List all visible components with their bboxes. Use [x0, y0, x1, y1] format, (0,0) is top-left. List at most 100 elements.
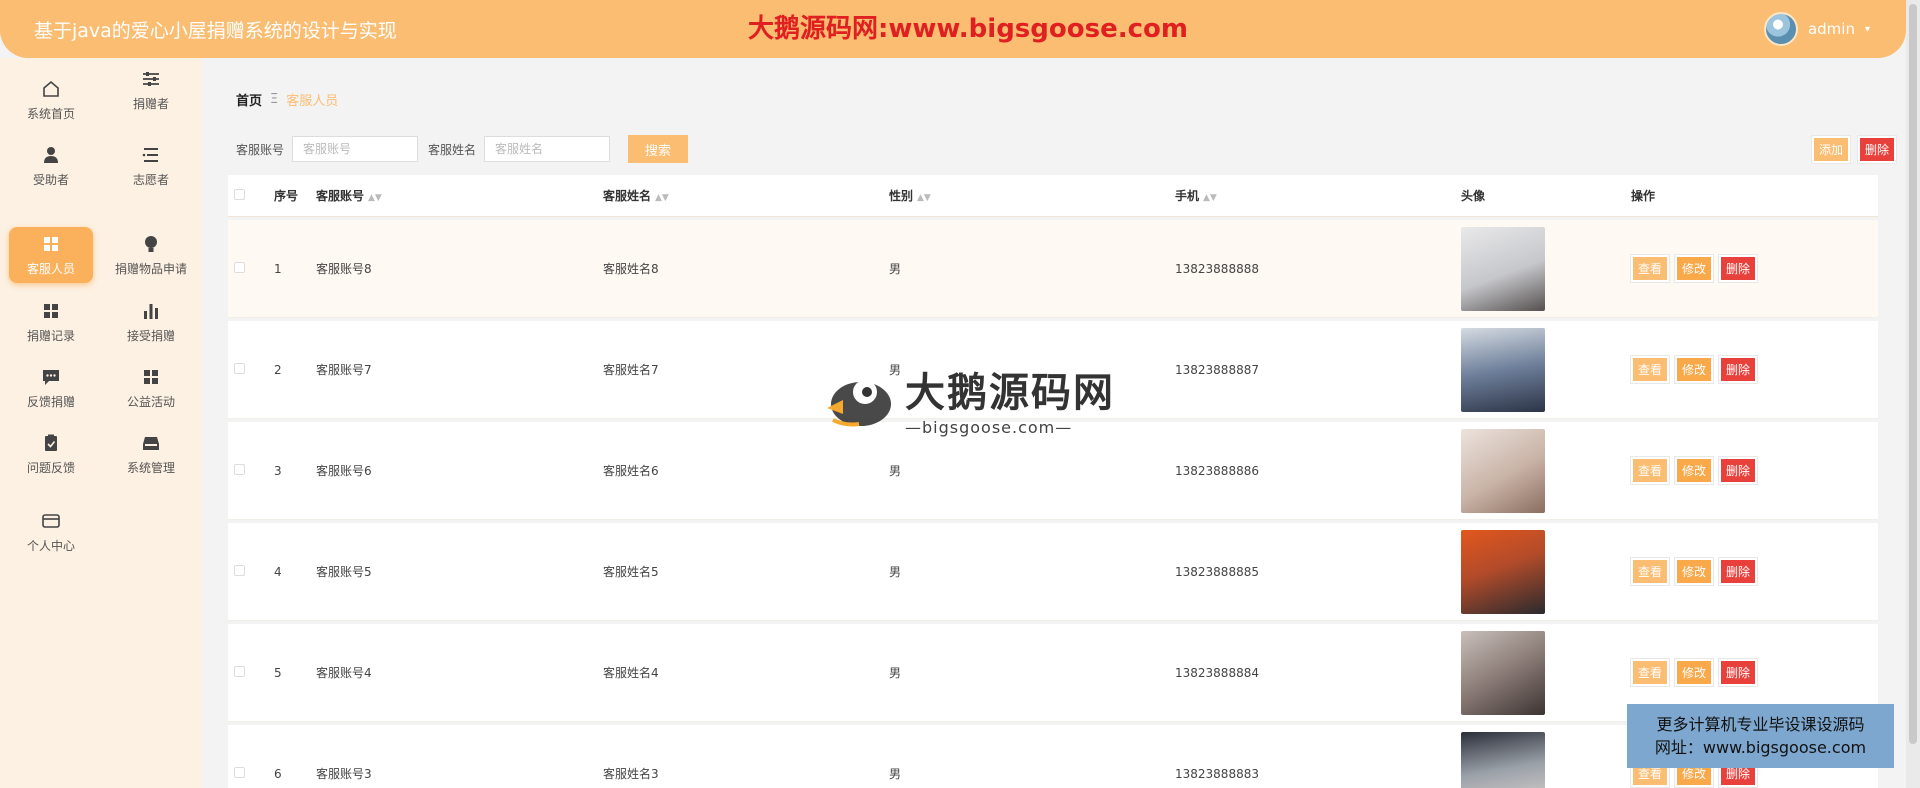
header-ops: 操作: [1631, 189, 1656, 203]
sort-icon[interactable]: ▲▼: [368, 193, 382, 203]
header-photo: 头像: [1461, 189, 1486, 203]
row-account: 客服账号7: [316, 363, 372, 377]
grid-icon: [144, 369, 158, 384]
sidebar-item-feedback-donation[interactable]: 反馈捐赠: [9, 360, 93, 416]
header-phone-label: 手机: [1175, 189, 1200, 203]
row-phone: 13823888888: [1175, 261, 1259, 276]
bulk-delete-button[interactable]: 删除: [1856, 135, 1898, 164]
delete-button[interactable]: 删除: [1718, 557, 1759, 586]
row-checkbox[interactable]: [234, 564, 245, 576]
bulb-icon: [145, 235, 157, 252]
username[interactable]: admin: [1808, 20, 1855, 38]
row-checkbox[interactable]: [234, 463, 245, 475]
sidebar-item-donors[interactable]: 捐赠者: [109, 62, 193, 118]
add-button[interactable]: 添加: [1810, 135, 1851, 164]
search-button[interactable]: 搜索: [628, 135, 689, 163]
row-checkbox[interactable]: [234, 362, 245, 374]
row-checkbox[interactable]: [234, 261, 245, 273]
header-account-label: 客服账号: [316, 189, 365, 203]
user-menu[interactable]: admin ▾: [1763, 12, 1870, 46]
sidebar-item-charity-events[interactable]: 公益活动: [109, 360, 193, 416]
row-name: 客服姓名6: [603, 464, 659, 478]
row-phone: 13823888886: [1175, 463, 1259, 478]
sidebar-item-issue-feedback[interactable]: 问题反馈: [9, 426, 93, 482]
row-sex: 男: [889, 262, 902, 276]
row-phone: 13823888883: [1175, 766, 1259, 781]
sidebar-item-home[interactable]: 系统首页: [9, 72, 93, 128]
sort-icon[interactable]: ▲▼: [655, 193, 669, 203]
sidebar-item-volunteers[interactable]: 志愿者: [109, 138, 193, 194]
name-search-input[interactable]: [484, 136, 611, 162]
grid-icon: [44, 236, 58, 251]
header-sex-label: 性别: [889, 189, 914, 203]
table-row[interactable]: 4 客服账号5 客服姓名5 男 13823888885 查看 修改 删除: [228, 523, 1878, 621]
select-all-checkbox[interactable]: [234, 188, 245, 200]
row-index: 5: [274, 665, 282, 680]
clipboard-icon: [45, 434, 57, 451]
person-icon: [44, 146, 58, 163]
promo-line-1: 更多计算机专业毕设课设源码: [1656, 715, 1865, 734]
sidebar-item-donation-records[interactable]: 捐赠记录: [9, 294, 93, 350]
row-account: 客服账号8: [316, 262, 372, 276]
delete-button[interactable]: 删除: [1718, 456, 1759, 485]
avatar: [1461, 731, 1545, 788]
row-checkbox[interactable]: [234, 665, 245, 677]
sidebar-item-label: 反馈捐赠: [26, 394, 75, 409]
view-button[interactable]: 查看: [1629, 254, 1671, 283]
sort-icon[interactable]: ▲▼: [917, 193, 931, 203]
avatar: [1461, 327, 1545, 412]
view-button[interactable]: 查看: [1629, 658, 1671, 687]
sidebar-item-item-requests[interactable]: 捐赠物品申请: [109, 227, 193, 283]
sidebar-item-label: 公益活动: [126, 394, 175, 409]
view-button[interactable]: 查看: [1629, 355, 1671, 384]
chat-icon: [43, 369, 59, 385]
header-sex[interactable]: 性别 ▲▼: [889, 187, 1175, 204]
header-name[interactable]: 客服姓名 ▲▼: [603, 187, 889, 204]
sidebar-item-accept-donations[interactable]: 接受捐赠: [109, 294, 193, 350]
row-checkbox[interactable]: [234, 766, 245, 778]
edit-button[interactable]: 修改: [1674, 557, 1715, 586]
account-search-input[interactable]: [292, 136, 419, 162]
delete-button[interactable]: 删除: [1718, 658, 1759, 687]
name-label: 客服姓名: [428, 142, 477, 157]
sidebar-item-service-staff[interactable]: 客服人员: [9, 227, 93, 283]
row-sex: 男: [889, 666, 902, 680]
header-phone[interactable]: 手机 ▲▼: [1175, 187, 1461, 204]
breadcrumb: 首页 Ξ 客服人员: [236, 90, 338, 109]
page-scrollbar[interactable]: [1906, 0, 1920, 788]
edit-button[interactable]: 修改: [1674, 456, 1715, 485]
delete-button[interactable]: 删除: [1718, 254, 1759, 283]
edit-button[interactable]: 修改: [1674, 658, 1715, 687]
goose-logo-icon: [827, 379, 891, 426]
row-account: 客服账号6: [316, 464, 372, 478]
sort-icon[interactable]: ▲▼: [1203, 193, 1217, 203]
card-icon: [42, 513, 60, 528]
sidebar-item-label: 志愿者: [132, 172, 169, 187]
row-index: 3: [274, 463, 282, 478]
chevron-down-icon[interactable]: ▾: [1865, 24, 1870, 35]
sidebar: 系统首页 捐赠者 受助者 志愿者 客服人员 捐赠物品申请 捐赠记录 接受捐赠 反…: [0, 58, 202, 788]
table-row[interactable]: 1 客服账号8 客服姓名8 男 13823888888 查看 修改 删除: [228, 220, 1878, 318]
breadcrumb-current: 客服人员: [286, 94, 339, 109]
breadcrumb-home[interactable]: 首页: [236, 90, 262, 109]
sidebar-item-label: 接受捐赠: [126, 328, 175, 343]
sliders-icon: [143, 71, 159, 86]
edit-button[interactable]: 修改: [1674, 254, 1715, 283]
view-button[interactable]: 查看: [1629, 557, 1671, 586]
top-actions: 添加 删除: [1810, 135, 1898, 164]
delete-button[interactable]: 删除: [1718, 355, 1759, 384]
row-phone: 13823888887: [1175, 362, 1259, 377]
sidebar-item-recipients[interactable]: 受助者: [9, 138, 93, 194]
sidebar-item-system-admin[interactable]: 系统管理: [109, 426, 193, 482]
user-avatar[interactable]: [1763, 12, 1798, 46]
sidebar-item-profile[interactable]: 个人中心: [9, 504, 93, 560]
row-index: 6: [274, 766, 282, 781]
logo-subtitle: —bigsgoose.com—: [905, 418, 1073, 437]
header-account[interactable]: 客服账号 ▲▼: [316, 187, 603, 204]
sidebar-item-label: 系统管理: [126, 460, 175, 475]
avatar: [1461, 428, 1545, 513]
row-index: 1: [274, 261, 282, 276]
scrollbar-thumb[interactable]: [1909, 4, 1917, 744]
edit-button[interactable]: 修改: [1674, 355, 1715, 384]
view-button[interactable]: 查看: [1629, 456, 1671, 485]
